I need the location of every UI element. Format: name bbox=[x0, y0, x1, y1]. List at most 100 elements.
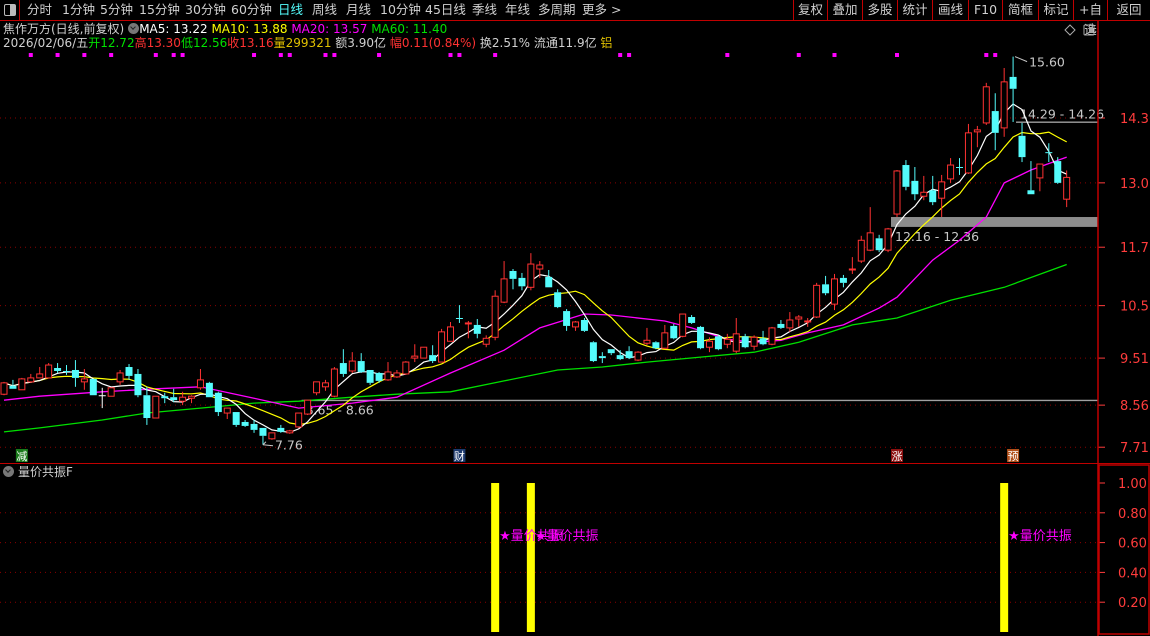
candle[interactable] bbox=[1036, 163, 1044, 192]
candle[interactable] bbox=[893, 169, 901, 218]
candle[interactable] bbox=[134, 368, 142, 398]
candle[interactable] bbox=[723, 333, 731, 349]
candle[interactable] bbox=[89, 378, 97, 396]
candle[interactable] bbox=[286, 429, 294, 434]
kline-chart[interactable]: 14.3613.0511.7510.579.518.567.71 8.65 - … bbox=[0, 0, 1150, 636]
candle[interactable] bbox=[920, 175, 928, 201]
candle[interactable] bbox=[447, 321, 454, 342]
candle[interactable] bbox=[714, 335, 722, 351]
candle[interactable] bbox=[455, 305, 463, 323]
candle[interactable] bbox=[348, 352, 356, 373]
candle[interactable] bbox=[339, 349, 347, 377]
candle[interactable] bbox=[527, 253, 535, 291]
candle[interactable] bbox=[697, 325, 705, 350]
event-marker[interactable]: 涨 bbox=[891, 449, 903, 463]
event-marker[interactable]: 财 bbox=[453, 449, 466, 463]
event-marker[interactable]: 预 bbox=[1007, 449, 1020, 463]
candle[interactable] bbox=[0, 381, 8, 396]
candle[interactable] bbox=[991, 93, 999, 151]
candle[interactable] bbox=[63, 365, 71, 375]
candle[interactable] bbox=[786, 312, 794, 332]
indicator-title[interactable]: 量价共振F bbox=[18, 465, 73, 479]
candle[interactable] bbox=[313, 381, 321, 396]
candle[interactable] bbox=[777, 319, 785, 329]
diamond-icon[interactable] bbox=[1064, 24, 1076, 36]
candle[interactable] bbox=[473, 318, 481, 339]
candle[interactable] bbox=[518, 272, 526, 291]
candle[interactable] bbox=[679, 313, 687, 338]
candle[interactable] bbox=[54, 363, 62, 373]
candle[interactable] bbox=[420, 346, 428, 359]
candle[interactable] bbox=[45, 363, 53, 379]
candle[interactable] bbox=[857, 235, 865, 264]
candle[interactable] bbox=[438, 328, 446, 363]
candle[interactable] bbox=[822, 275, 830, 296]
candle[interactable] bbox=[330, 367, 338, 398]
candle[interactable] bbox=[27, 373, 35, 383]
candle[interactable] bbox=[1009, 56, 1017, 122]
candle[interactable] bbox=[402, 361, 410, 375]
candle[interactable] bbox=[205, 381, 213, 398]
candle[interactable] bbox=[607, 349, 615, 356]
candle[interactable] bbox=[902, 160, 910, 191]
candle[interactable] bbox=[688, 315, 696, 324]
candle[interactable] bbox=[384, 362, 392, 381]
candle[interactable] bbox=[1018, 122, 1026, 163]
candle[interactable] bbox=[589, 341, 597, 363]
candle[interactable] bbox=[643, 327, 651, 346]
event-marker[interactable]: 减 bbox=[15, 449, 28, 463]
candle[interactable] bbox=[884, 227, 892, 253]
candle[interactable] bbox=[839, 274, 847, 288]
candle[interactable] bbox=[241, 419, 249, 427]
candle[interactable] bbox=[18, 377, 26, 391]
candle[interactable] bbox=[750, 335, 758, 351]
candle[interactable] bbox=[911, 167, 919, 201]
candle[interactable] bbox=[947, 158, 955, 183]
candle[interactable] bbox=[295, 412, 303, 428]
candle[interactable] bbox=[634, 351, 642, 362]
candle[interactable] bbox=[572, 320, 580, 331]
candle[interactable] bbox=[875, 234, 883, 253]
candle[interactable] bbox=[580, 318, 588, 332]
candle[interactable] bbox=[491, 290, 499, 341]
candle[interactable] bbox=[500, 261, 508, 304]
candle[interactable] bbox=[321, 379, 329, 391]
candle[interactable] bbox=[143, 386, 151, 425]
candle[interactable] bbox=[804, 318, 812, 327]
candle[interactable] bbox=[929, 175, 937, 206]
candle[interactable] bbox=[411, 344, 419, 363]
candle[interactable] bbox=[277, 424, 285, 433]
candle[interactable] bbox=[9, 379, 17, 389]
candle[interactable] bbox=[482, 335, 490, 348]
candle[interactable] bbox=[741, 333, 749, 349]
candle[interactable] bbox=[545, 269, 553, 288]
candle[interactable] bbox=[71, 360, 79, 387]
candle[interactable] bbox=[982, 82, 990, 125]
candle[interactable] bbox=[161, 392, 169, 404]
candle[interactable] bbox=[196, 368, 204, 390]
candle[interactable] bbox=[107, 387, 115, 397]
candle[interactable] bbox=[598, 352, 606, 364]
indicator-menu-icon[interactable] bbox=[3, 466, 14, 477]
candle[interactable] bbox=[554, 289, 562, 309]
candle[interactable] bbox=[1054, 157, 1062, 184]
candle[interactable] bbox=[1063, 170, 1071, 208]
candle[interactable] bbox=[393, 369, 401, 378]
candle[interactable] bbox=[80, 368, 88, 390]
candle[interactable] bbox=[357, 353, 365, 373]
candle[interactable] bbox=[795, 315, 803, 327]
candle[interactable] bbox=[830, 273, 838, 311]
candle[interactable] bbox=[152, 395, 160, 419]
candle[interactable] bbox=[848, 257, 856, 274]
candle[interactable] bbox=[866, 207, 874, 252]
candle[interactable] bbox=[661, 324, 669, 350]
candle[interactable] bbox=[616, 350, 624, 361]
candle[interactable] bbox=[1027, 161, 1035, 195]
candle[interactable] bbox=[732, 318, 740, 354]
candle[interactable] bbox=[964, 123, 972, 174]
candle[interactable] bbox=[813, 282, 821, 318]
candle[interactable] bbox=[98, 387, 106, 409]
candle[interactable] bbox=[652, 341, 660, 350]
candle[interactable] bbox=[956, 158, 964, 175]
candle[interactable] bbox=[563, 309, 571, 331]
